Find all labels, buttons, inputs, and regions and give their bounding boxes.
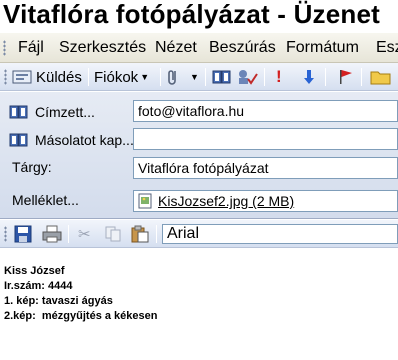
attach-button[interactable]	[166, 67, 180, 87]
menu-view[interactable]: Nézet	[155, 39, 197, 57]
standard-toolbar: Küldés Fiókok ▼ ▼ !	[0, 63, 398, 91]
menu-format[interactable]: Formátum	[286, 39, 359, 57]
printer-icon	[42, 225, 62, 243]
toolbar-separator	[156, 225, 157, 243]
flag-icon	[340, 70, 352, 84]
chevron-down-icon: ▼	[190, 72, 199, 82]
image-file-icon	[138, 193, 152, 209]
send-label: Küldés	[36, 68, 82, 86]
folder-icon	[370, 71, 391, 85]
address-book-icon	[9, 133, 28, 147]
copy-button[interactable]	[104, 224, 122, 244]
toolbar-separator	[264, 68, 265, 86]
toolbar-separator	[205, 68, 206, 86]
title-bar: Vitaflóra fotópályázat - Üzenet	[0, 0, 398, 33]
address-book-button[interactable]	[212, 67, 232, 87]
check-names-button[interactable]	[236, 67, 258, 87]
toolbar-grip-handle[interactable]	[4, 226, 7, 242]
font-name-select[interactable]: Arial	[162, 224, 398, 244]
subject-field[interactable]: Vitaflóra fotópályázat	[133, 157, 398, 179]
accounts-label: Fiókok	[94, 68, 139, 86]
copy-icon	[105, 226, 121, 242]
body-line: 2.kép: mézgyűjtés a kékesen	[4, 310, 158, 322]
to-label: Címzett...	[35, 104, 95, 120]
options-button[interactable]	[370, 67, 392, 87]
cut-button[interactable]: ✂	[78, 224, 91, 244]
address-book-icon	[212, 70, 231, 84]
subject-label: Tárgy:	[12, 159, 52, 175]
paste-icon	[131, 225, 149, 243]
menu-tools[interactable]: Esz	[376, 39, 398, 57]
cc-label: Másolatot kap...	[35, 132, 134, 148]
attachment-field[interactable]: KisJozsef2.jpg (2 MB)	[133, 190, 398, 212]
paste-button[interactable]	[130, 224, 150, 244]
menu-grip-handle[interactable]	[3, 40, 6, 56]
cc-field[interactable]	[133, 128, 398, 150]
toolbar-separator	[88, 68, 89, 86]
attachment-file-link[interactable]: KisJozsef2.jpg (2 MB)	[158, 193, 294, 209]
body-line: Kiss József	[4, 265, 65, 277]
save-button[interactable]	[14, 224, 32, 244]
importance-low-button[interactable]	[302, 67, 316, 87]
formatting-toolbar: ✂ Arial	[0, 220, 398, 248]
address-book-icon	[9, 105, 28, 119]
importance-high-button[interactable]: !	[276, 67, 282, 87]
window-title: Vitaflóra fotópályázat - Üzenet	[3, 0, 381, 29]
menu-edit[interactable]: Szerkesztés	[59, 39, 146, 57]
attach-dropdown[interactable]: ▼	[190, 67, 199, 87]
flag-button[interactable]	[338, 67, 354, 87]
print-button[interactable]	[42, 224, 62, 244]
toolbar-separator	[325, 68, 326, 86]
cc-button[interactable]: Másolatot kap...	[9, 129, 134, 151]
toolbar-separator	[68, 225, 69, 243]
accounts-button[interactable]: Fiókok ▼	[94, 67, 149, 87]
attachment-label: Melléklet...	[12, 192, 79, 208]
toolbar-grip-handle[interactable]	[4, 69, 7, 85]
toolbar-separator	[160, 68, 161, 86]
message-header: Címzett... foto@vitaflora.hu Másolatot k…	[0, 92, 398, 219]
to-button[interactable]: Címzett...	[9, 101, 95, 123]
check-names-icon	[239, 70, 258, 85]
arrow-down-icon	[304, 70, 314, 84]
body-line: 1. kép: tavaszi ágyás	[4, 295, 113, 307]
scissors-icon: ✂	[78, 226, 91, 243]
menu-file[interactable]: Fájl	[18, 39, 44, 57]
paperclip-icon	[168, 70, 176, 85]
menu-bar: Fájl Szerkesztés Nézet Beszúrás Formátum…	[0, 33, 398, 63]
to-field[interactable]: foto@vitaflora.hu	[133, 100, 398, 122]
toolbar-separator	[361, 68, 362, 86]
chevron-down-icon: ▼	[140, 72, 150, 82]
menu-insert[interactable]: Beszúrás	[209, 39, 276, 57]
message-body[interactable]: Kiss József Ir.szám: 4444 1. kép: tavasz…	[4, 264, 157, 324]
send-button[interactable]: Küldés	[12, 67, 82, 87]
exclamation-icon: !	[276, 67, 282, 86]
body-line: Ir.szám: 4444	[4, 280, 73, 292]
send-icon	[12, 70, 32, 84]
save-icon	[14, 225, 32, 243]
